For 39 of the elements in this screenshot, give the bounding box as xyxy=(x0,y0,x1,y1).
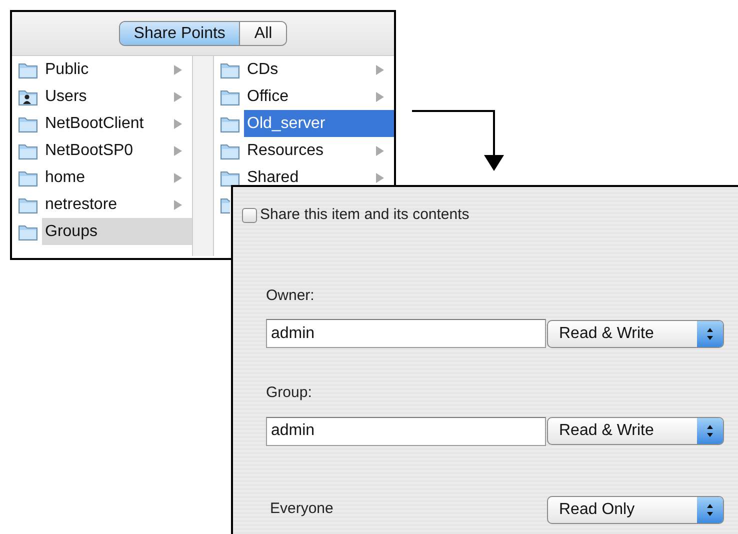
folder-icon xyxy=(18,114,38,132)
list-item[interactable]: Office xyxy=(244,83,394,110)
folder-icon xyxy=(220,114,240,132)
access-popup[interactable]: Read & Write xyxy=(547,320,724,348)
folder-icon xyxy=(220,60,240,78)
checkbox[interactable] xyxy=(242,208,257,223)
user-folder-icon xyxy=(18,88,38,106)
folder-icon xyxy=(18,142,38,160)
folder-icon xyxy=(220,142,240,160)
list-item[interactable]: Resources xyxy=(244,137,394,164)
segment-tab[interactable]: All xyxy=(239,22,286,45)
folder-icon xyxy=(220,88,240,106)
list-item[interactable]: Old_server xyxy=(244,110,394,137)
stepper-arrows-icon xyxy=(706,326,714,340)
folder-icon xyxy=(220,168,240,186)
list-item[interactable]: Groups xyxy=(42,218,192,245)
list-item[interactable]: CDs xyxy=(244,56,394,83)
list-item[interactable]: NetBootClient xyxy=(42,110,192,137)
stepper-arrows-icon xyxy=(706,502,714,516)
access-popup[interactable]: Read & Write xyxy=(547,417,724,445)
text-field[interactable]: admin xyxy=(266,319,546,348)
list-item[interactable]: NetBootSP0 xyxy=(42,137,192,164)
stepper-arrows-icon xyxy=(706,424,714,438)
field-label: Group: xyxy=(265,383,313,403)
field-label: Owner: xyxy=(265,286,316,306)
folder-icon xyxy=(18,196,38,214)
text-field[interactable]: admin xyxy=(266,416,546,446)
folder-icon xyxy=(18,222,38,240)
folder-icon xyxy=(18,168,38,186)
list-item[interactable]: Public xyxy=(42,56,192,83)
checkbox-label: Share this item and its contents xyxy=(260,205,470,225)
list-item[interactable]: Users xyxy=(42,83,192,110)
list-item[interactable]: home xyxy=(42,164,192,191)
access-popup[interactable]: Read Only xyxy=(547,496,724,524)
folder-icon xyxy=(220,196,230,214)
segment-tab[interactable]: Share Points xyxy=(120,22,240,45)
field-label: Everyone xyxy=(270,499,334,520)
list-item[interactable]: netrestore xyxy=(42,191,192,218)
folder-icon xyxy=(18,60,38,78)
